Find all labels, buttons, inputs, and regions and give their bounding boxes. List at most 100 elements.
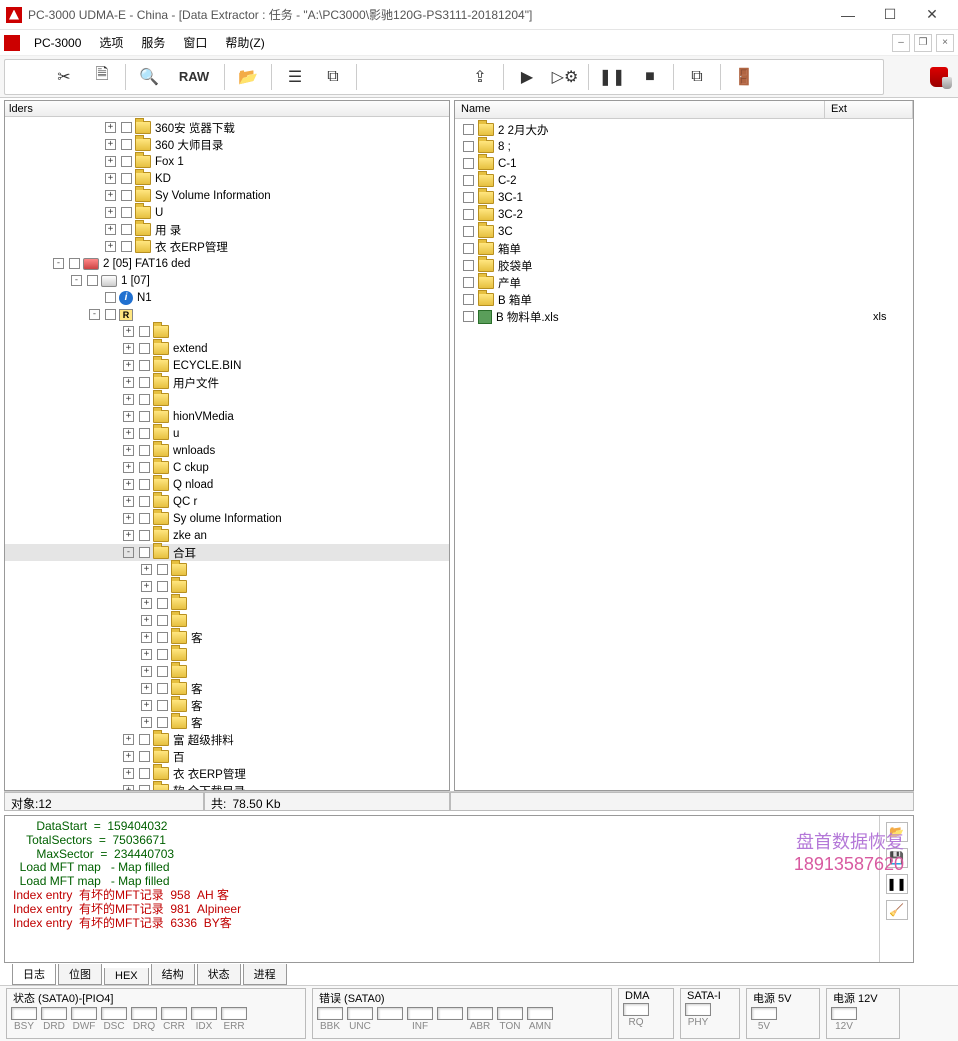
expand-icon[interactable]: + [123,530,134,541]
checkbox[interactable] [139,734,150,745]
folder-tree[interactable]: +360安 览器下载+360 大师目录+Fox 1+KD+Sy Volume I… [5,117,449,790]
checkbox[interactable] [139,377,150,388]
expand-icon[interactable]: + [141,615,152,626]
list-item[interactable]: 3C-1 [455,189,913,206]
checkbox[interactable] [139,462,150,473]
tree-row[interactable]: +用 录 [5,221,449,238]
checkbox[interactable] [463,141,474,152]
list-item[interactable]: 产单 [455,274,913,291]
tree-row[interactable]: -合耳 [5,544,449,561]
expand-icon[interactable]: + [123,360,134,371]
tree-row[interactable]: +衣 衣ERP管理 [5,765,449,782]
expand-icon[interactable]: + [105,224,116,235]
mdi-close-icon[interactable]: × [936,34,954,52]
log-clear-icon[interactable]: 🧹 [886,900,908,920]
menu-options[interactable]: 选项 [91,31,131,54]
tree-row[interactable]: +hionVMedia [5,408,449,425]
checkbox[interactable] [121,224,132,235]
checkbox[interactable] [157,717,168,728]
expand-icon[interactable]: + [105,241,116,252]
checkbox[interactable] [139,428,150,439]
checkbox[interactable] [139,547,150,558]
list-item[interactable]: C-1 [455,155,913,172]
log-pause-icon[interactable]: ❚❚ [886,874,908,894]
file-list[interactable]: 2 2月大办8 ; C-1 C-2 3C-1 3C-2 3C 箱单 胶袋单 产单… [455,119,913,790]
tree-row[interactable]: +U [5,204,449,221]
checkbox[interactable] [463,294,474,305]
menu-window[interactable]: 窗口 [175,31,215,54]
checkbox[interactable] [463,175,474,186]
list-item[interactable]: 3C-2 [455,206,913,223]
expand-icon[interactable]: + [123,411,134,422]
checkbox[interactable] [121,122,132,133]
expand-icon[interactable]: + [105,122,116,133]
expand-icon[interactable]: + [141,649,152,660]
tree-row[interactable]: +360 大师目录 [5,136,449,153]
expand-icon[interactable]: + [123,496,134,507]
checkbox[interactable] [139,326,150,337]
tree-row[interactable]: +客 [5,680,449,697]
tree-row[interactable]: + [5,323,449,340]
collapse-icon[interactable]: - [89,309,100,320]
tree-row[interactable]: +QC r [5,493,449,510]
expand-icon[interactable]: + [141,717,152,728]
list-item[interactable]: 胶袋单 [455,257,913,274]
expand-icon[interactable]: + [105,156,116,167]
collapse-icon[interactable]: - [71,275,82,286]
checkbox[interactable] [157,683,168,694]
tree-row[interactable]: -2 [05] FAT16 ded [5,255,449,272]
expand-icon[interactable]: + [141,581,152,592]
list-item[interactable]: C-2 [455,172,913,189]
tree-row[interactable]: iN1 [5,289,449,306]
checkbox[interactable] [139,768,150,779]
checkbox[interactable] [157,632,168,643]
tree-row[interactable]: + [5,595,449,612]
tree-icon[interactable]: ⧉ [315,62,351,92]
expand-icon[interactable]: + [123,513,134,524]
col-ext[interactable]: Ext [825,101,913,118]
expand-icon[interactable]: + [141,666,152,677]
tab-bitmap[interactable]: 位图 [58,964,102,985]
tree-row[interactable]: +Sy olume Information [5,510,449,527]
tab-status[interactable]: 状态 [197,964,241,985]
menu-help[interactable]: 帮助(Z) [217,31,272,54]
tree-row[interactable]: +extend [5,340,449,357]
checkbox[interactable] [121,190,132,201]
expand-icon[interactable]: + [123,479,134,490]
tree-row[interactable]: +Fox 1 [5,153,449,170]
checkbox[interactable] [463,226,474,237]
checkbox[interactable] [139,496,150,507]
col-name[interactable]: Name [455,101,825,118]
tab-hex[interactable]: HEX [104,968,149,985]
tree-row[interactable]: + [5,663,449,680]
checkbox[interactable] [463,124,474,135]
tree-row[interactable]: +百 [5,748,449,765]
checkbox[interactable] [139,411,150,422]
checkbox[interactable] [139,751,150,762]
tree-row[interactable]: +Q nload [5,476,449,493]
log-text[interactable]: DataStart = 159404032 TotalSectors = 750… [5,816,879,962]
tree-row[interactable]: +zke an [5,527,449,544]
tab-process[interactable]: 进程 [243,964,287,985]
tree-row[interactable]: + [5,391,449,408]
checkbox[interactable] [463,311,474,322]
expand-icon[interactable]: + [123,785,134,790]
tab-log[interactable]: 日志 [12,964,56,985]
tree-row[interactable]: +ECYCLE.BIN [5,357,449,374]
raw-button[interactable]: RAW [169,62,219,92]
log-open-icon[interactable]: 📂 [886,822,908,842]
tools-icon[interactable]: ✂ [46,62,82,92]
checkbox[interactable] [139,343,150,354]
menu-brand[interactable]: PC-3000 [26,33,89,53]
tree-row[interactable]: + [5,612,449,629]
tree-row[interactable]: + [5,646,449,663]
expand-icon[interactable]: + [141,632,152,643]
pause-icon[interactable]: ❚❚ [594,62,630,92]
tree-row[interactable]: -R [5,306,449,323]
checkbox[interactable] [157,649,168,660]
tree-row[interactable]: +KD [5,170,449,187]
expand-icon[interactable]: + [123,377,134,388]
tree-row[interactable]: +衣 衣ERP管理 [5,238,449,255]
checkbox[interactable] [105,292,116,303]
play-config-icon[interactable]: ▷⚙ [547,62,583,92]
